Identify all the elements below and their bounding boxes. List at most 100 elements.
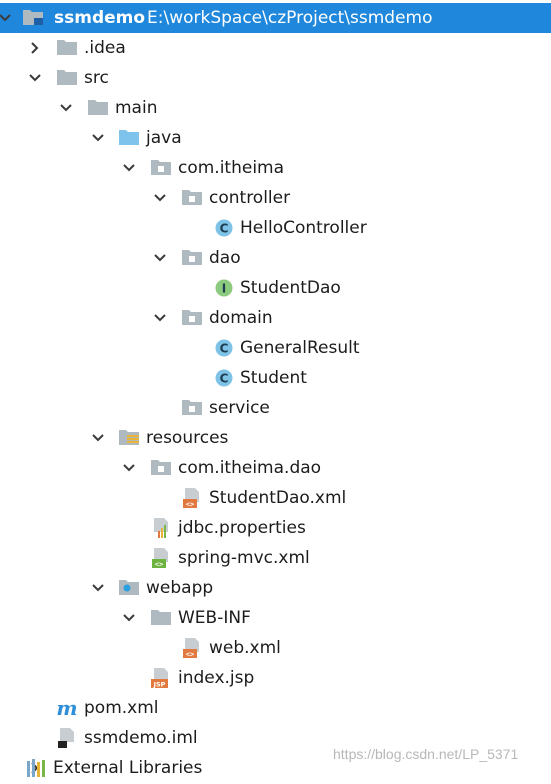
svg-text:C: C <box>220 222 229 236</box>
svg-text:<>: <> <box>155 561 163 569</box>
tree-item-label: service <box>209 398 270 418</box>
svg-text:<>: <> <box>186 651 194 659</box>
tree-item-label: index.jsp <box>178 668 255 688</box>
tree-row[interactable]: jdbc.properties <box>0 513 551 543</box>
tree-row[interactable]: <> web.xml <box>0 633 551 663</box>
module-folder-icon <box>22 7 46 29</box>
tree-row[interactable]: domain <box>0 303 551 333</box>
tree-row[interactable]: I StudentDao <box>0 273 551 303</box>
maven-icon: m <box>56 696 80 720</box>
tree-item-label: External Libraries <box>53 758 203 778</box>
tree-item-label: webapp <box>146 578 214 598</box>
interface-icon: I <box>213 277 237 299</box>
package-icon <box>150 157 174 179</box>
spring-xml-icon: <> <box>150 547 174 569</box>
tree-item-label: jdbc.properties <box>178 518 306 538</box>
tree-row[interactable]: com.itheima <box>0 153 551 183</box>
class-icon: C <box>213 367 237 389</box>
folder-icon <box>87 97 111 119</box>
chevron-down-icon[interactable] <box>118 603 142 633</box>
class-icon: C <box>213 337 237 359</box>
class-icon: C <box>213 217 237 239</box>
tree-item-label: StudentDao.xml <box>209 488 347 508</box>
chevron-down-icon[interactable] <box>149 303 173 333</box>
tree-item-label: com.itheima <box>178 158 285 178</box>
tree-item-label: StudentDao <box>240 278 341 298</box>
tree-row[interactable]: src <box>0 63 551 93</box>
tree-row[interactable]: C HelloController <box>0 213 551 243</box>
web-folder-icon <box>118 577 142 599</box>
tree-item-label: WEB-INF <box>178 608 251 628</box>
tree-item-label: controller <box>209 188 291 208</box>
svg-text:I: I <box>222 282 226 296</box>
folder-icon <box>56 67 80 89</box>
tree-item-label: web.xml <box>209 638 281 658</box>
tree-item-label: resources <box>146 428 229 448</box>
watermark: https://blog.csdn.net/LP_5371 <box>333 746 519 762</box>
tree-item-label: domain <box>209 308 273 328</box>
tree-row[interactable]: <> spring-mvc.xml <box>0 543 551 573</box>
tree-row[interactable]: dao <box>0 243 551 273</box>
tree-item-label: dao <box>209 248 241 268</box>
tree-item-label: .idea <box>84 38 126 58</box>
tree-row[interactable]: JSP index.jsp <box>0 663 551 693</box>
chevron-down-icon[interactable] <box>87 123 111 153</box>
tree-item-label: src <box>84 68 109 88</box>
tree-row[interactable]: .idea <box>0 33 551 63</box>
tree-item-label: pom.xml <box>84 698 159 718</box>
folder-icon <box>56 37 80 59</box>
svg-text:JSP: JSP <box>153 681 166 689</box>
chevron-down-icon[interactable] <box>118 153 142 183</box>
svg-text:C: C <box>220 342 229 356</box>
tree-item-label: java <box>146 128 182 148</box>
tree-row[interactable]: WEB-INF <box>0 603 551 633</box>
svg-text:C: C <box>220 372 229 386</box>
svg-text:m: m <box>56 697 77 719</box>
tree-item-label: ssmdemo <box>54 8 146 28</box>
tree-row[interactable]: resources <box>0 423 551 453</box>
svg-text:<>: <> <box>186 501 194 509</box>
folder-icon <box>150 607 174 629</box>
tree-item-label: com.itheima.dao <box>178 458 322 478</box>
chevron-down-icon[interactable] <box>0 3 18 33</box>
chevron-down-icon[interactable] <box>87 423 111 453</box>
tree-item-label: main <box>115 98 158 118</box>
properties-file-icon <box>150 517 174 539</box>
chevron-down-icon[interactable] <box>87 573 111 603</box>
chevron-down-icon[interactable] <box>118 453 142 483</box>
tree-row[interactable]: main <box>0 93 551 123</box>
package-icon <box>181 397 205 419</box>
tree-row[interactable]: C Student <box>0 363 551 393</box>
tree-row[interactable]: java <box>0 123 551 153</box>
tree-item-label: GeneralResult <box>240 338 360 358</box>
jsp-file-icon: JSP <box>150 667 174 689</box>
tree-row[interactable]: com.itheima.dao <box>0 453 551 483</box>
chevron-down-icon[interactable] <box>149 243 173 273</box>
source-folder-icon <box>118 127 142 149</box>
tree-row[interactable]: service <box>0 393 551 423</box>
tree-item-label: HelloController <box>240 218 367 238</box>
tree-row[interactable]: <> StudentDao.xml <box>0 483 551 513</box>
tree-item-label: spring-mvc.xml <box>178 548 310 568</box>
project-path: E:\workSpace\czProject\ssmdemo <box>147 8 433 28</box>
tree-row[interactable]: ssmdemo E:\workSpace\czProject\ssmdemo <box>0 3 551 33</box>
package-icon <box>181 307 205 329</box>
libraries-icon <box>25 757 49 779</box>
tree-row[interactable]: webapp <box>0 573 551 603</box>
tree-row[interactable]: C GeneralResult <box>0 333 551 363</box>
chevron-down-icon[interactable] <box>55 93 79 123</box>
iml-file-icon <box>56 727 80 749</box>
xml-file-icon: <> <box>181 487 205 509</box>
resources-folder-icon <box>118 427 142 449</box>
package-icon <box>181 247 205 269</box>
tree-row[interactable]: controller <box>0 183 551 213</box>
tree-item-label: Student <box>240 368 307 388</box>
tree-item-label: ssmdemo.iml <box>84 728 198 748</box>
package-icon <box>150 457 174 479</box>
xml-file-icon: <> <box>181 637 205 659</box>
package-icon <box>181 187 205 209</box>
tree-row[interactable]: m pom.xml <box>0 693 551 723</box>
chevron-right-icon[interactable] <box>24 33 48 63</box>
chevron-down-icon[interactable] <box>24 63 48 93</box>
chevron-down-icon[interactable] <box>149 183 173 213</box>
